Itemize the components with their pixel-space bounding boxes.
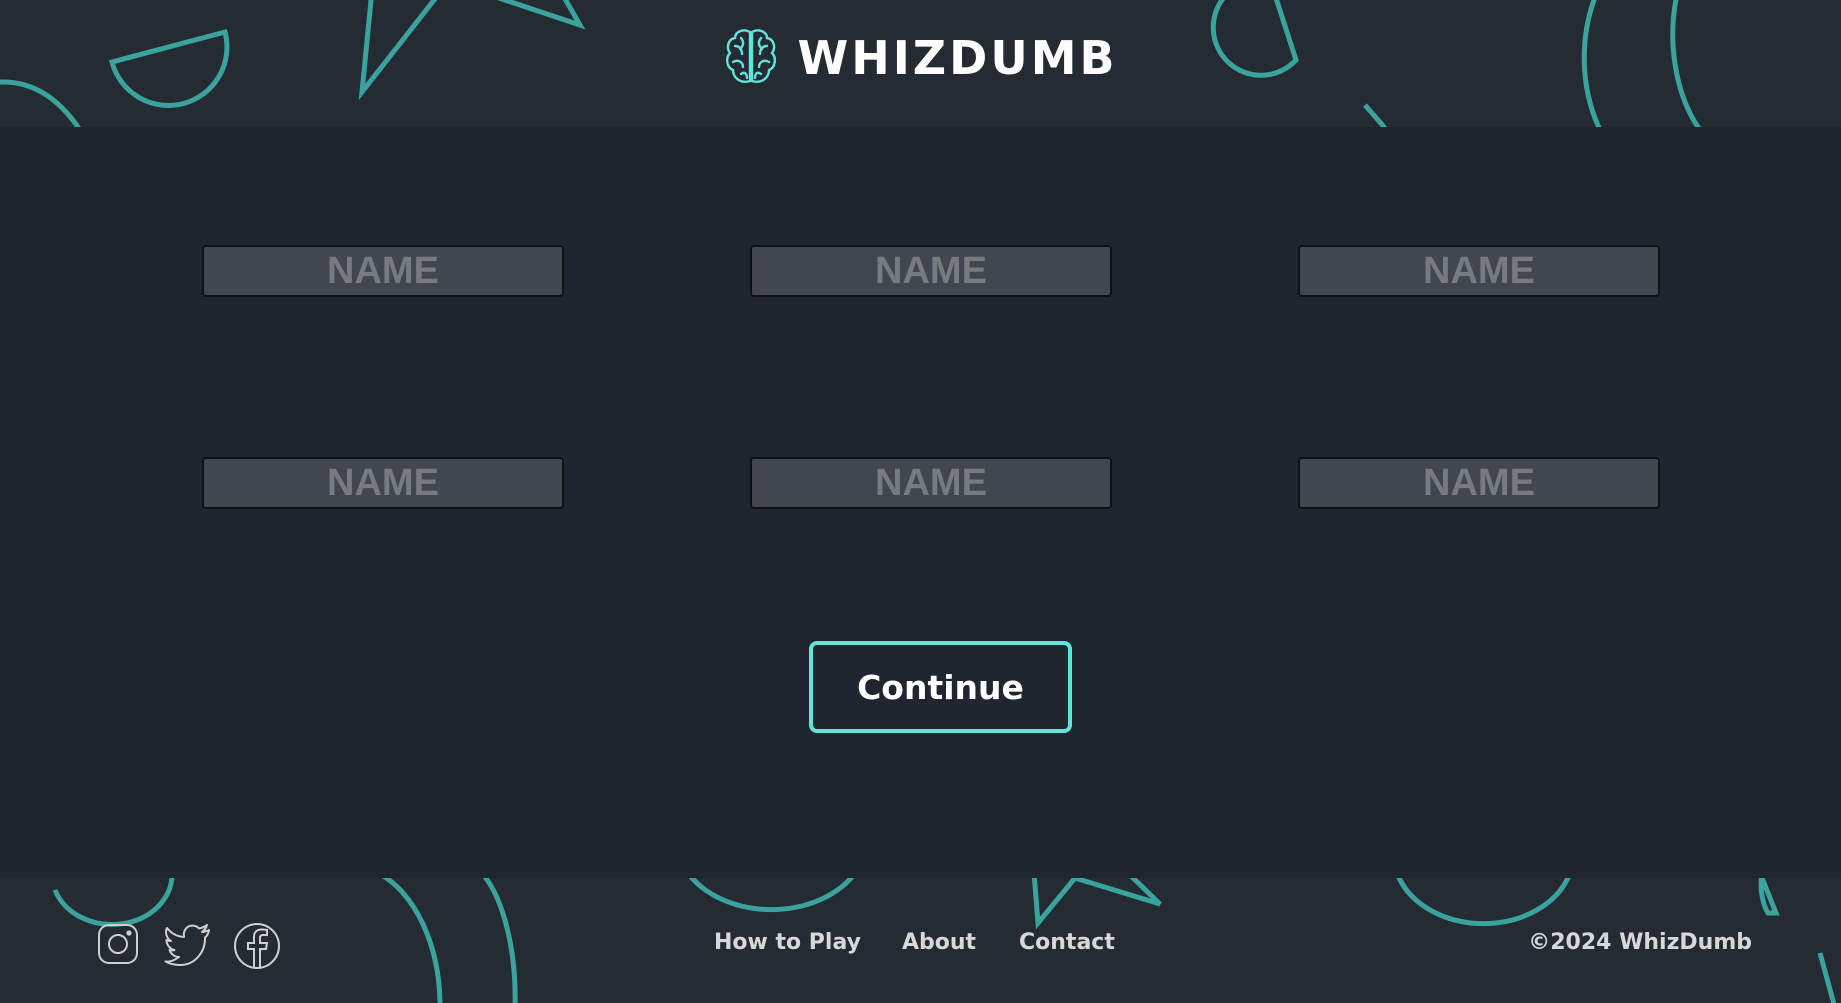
footer-link-about[interactable]: About xyxy=(902,930,976,955)
player-name-input-2[interactable] xyxy=(750,245,1112,297)
header: WHIZDUMB xyxy=(0,0,1841,127)
player-name-input-5[interactable] xyxy=(750,457,1112,509)
player-name-input-1[interactable] xyxy=(202,245,564,297)
player-name-input-6[interactable] xyxy=(1298,457,1660,509)
brand-name: WHIZDUMB xyxy=(797,31,1118,85)
instagram-icon[interactable] xyxy=(96,922,140,966)
copyright: ©2024 WhizDumb xyxy=(1528,930,1752,955)
continue-button[interactable]: Continue xyxy=(809,641,1072,733)
player-name-input-3[interactable] xyxy=(1298,245,1660,297)
brain-icon xyxy=(726,29,777,83)
facebook-icon[interactable] xyxy=(233,922,281,970)
twitter-icon[interactable] xyxy=(164,922,212,966)
brand[interactable]: WHIZDUMB xyxy=(0,26,1841,90)
player-name-input-4[interactable] xyxy=(202,457,564,509)
footer-link-how-to-play[interactable]: How to Play xyxy=(714,930,861,955)
footer-link-contact[interactable]: Contact xyxy=(1019,930,1115,955)
page: WHIZDUMB Continue How to Play Abou xyxy=(0,0,1841,1003)
